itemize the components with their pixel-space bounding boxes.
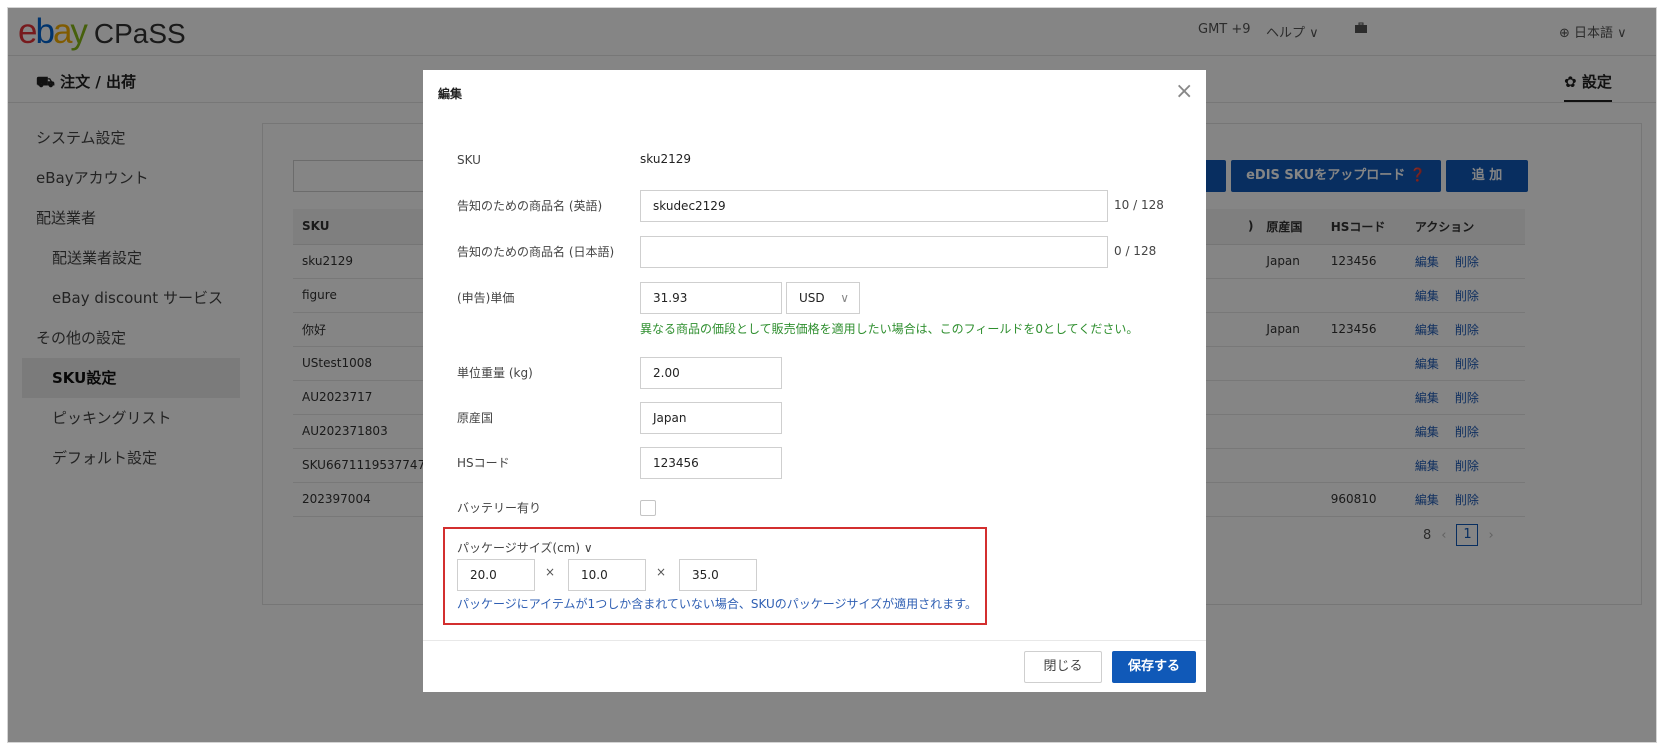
package-hint: パッケージにアイテムが1つしか含まれていない場合、SKUのパッケージサイズが適用… bbox=[457, 597, 977, 611]
battery-label: バッテリー有り bbox=[457, 501, 542, 515]
currency-select[interactable]: USD ∨ bbox=[786, 282, 860, 314]
times-icon: × bbox=[656, 565, 667, 579]
weight-input[interactable]: 2.00 bbox=[640, 357, 782, 389]
modal-title: 編集 bbox=[438, 87, 463, 101]
price-hint: 異なる商品の価段として販売価格を適用したい場合は、このフィールドを0としてくださ… bbox=[640, 322, 1139, 336]
package-height-input[interactable]: 35.0 bbox=[679, 559, 757, 591]
modal-footer: 閉じる 保存する bbox=[423, 640, 1206, 692]
close-icon[interactable]: × bbox=[1175, 78, 1193, 106]
hs-label: HSコード bbox=[457, 456, 510, 470]
name-en-counter: 10 / 128 bbox=[1114, 198, 1164, 212]
save-button[interactable]: 保存する bbox=[1112, 651, 1196, 683]
name-ja-input[interactable] bbox=[640, 236, 1108, 268]
package-length-input[interactable]: 20.0 bbox=[457, 559, 535, 591]
name-ja-label: 告知のための商品名 (日本語) bbox=[457, 245, 615, 259]
origin-input[interactable]: Japan bbox=[640, 402, 782, 434]
weight-label: 単位重量 (kg) bbox=[457, 366, 533, 380]
sku-label: SKU bbox=[457, 153, 481, 167]
hs-input[interactable]: 123456 bbox=[640, 447, 782, 479]
price-input[interactable]: 31.93 bbox=[640, 282, 782, 314]
sku-value: sku2129 bbox=[640, 152, 691, 166]
chevron-down-icon: ∨ bbox=[840, 291, 849, 305]
origin-label: 原産国 bbox=[457, 411, 494, 425]
name-en-input[interactable]: skudec2129 bbox=[640, 190, 1108, 222]
package-size-label[interactable]: パッケージサイズ(cm) ∨ bbox=[457, 539, 593, 556]
package-width-input[interactable]: 10.0 bbox=[568, 559, 646, 591]
close-button[interactable]: 閉じる bbox=[1024, 651, 1102, 683]
name-ja-counter: 0 / 128 bbox=[1114, 244, 1157, 258]
package-size-section: パッケージサイズ(cm) ∨ 20.0 × 10.0 × 35.0 パッケージに… bbox=[443, 527, 987, 625]
app-window: ebay CPaSS GMT +9 ヘルプ ∨ ⊕ 日本語 ∨ ⛟ 注文 / 出荷… bbox=[7, 7, 1657, 743]
currency-value: USD bbox=[799, 291, 825, 305]
battery-checkbox[interactable] bbox=[640, 500, 656, 516]
times-icon: × bbox=[545, 565, 556, 579]
price-label: (申告)単価 bbox=[457, 291, 515, 305]
edit-modal: 編集 × SKU sku2129 告知のための商品名 (英語) skudec21… bbox=[423, 70, 1206, 692]
name-en-label: 告知のための商品名 (英語) bbox=[457, 199, 603, 213]
